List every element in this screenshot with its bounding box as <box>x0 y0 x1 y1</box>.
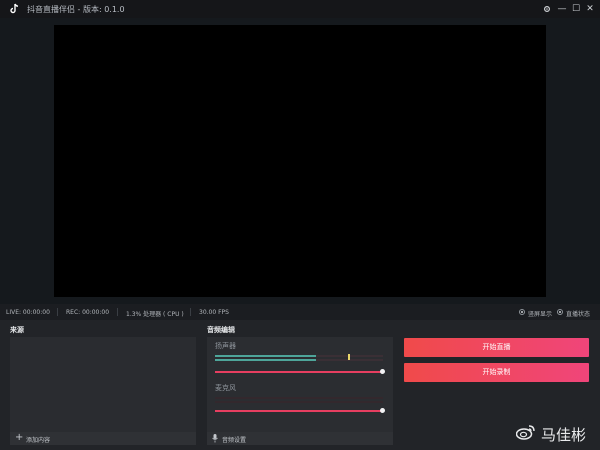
gear-icon <box>543 5 551 13</box>
divider <box>57 308 58 316</box>
speaker-volume-knob[interactable] <box>380 369 385 374</box>
mic-meter-track <box>215 401 383 403</box>
speaker-meter-level <box>215 355 316 357</box>
plus-icon: + <box>15 432 24 443</box>
cpu-usage: 1.3% 处理器 ( CPU ) <box>126 311 184 318</box>
microphone-label: 麦克风 <box>215 384 236 392</box>
add-source-label: 添加内容 <box>26 437 51 444</box>
settings-button[interactable] <box>540 2 554 16</box>
radio-live-status[interactable] <box>557 309 563 315</box>
audio-mixer: 扬声器 麦克风 <box>207 337 393 432</box>
video-preview[interactable] <box>54 25 546 297</box>
weibo-logo-icon <box>516 425 535 440</box>
speaker-peak-indicator <box>348 354 350 360</box>
mic-volume-knob[interactable] <box>380 408 385 413</box>
watermark-text: 马佳彬 <box>541 426 587 444</box>
mic-volume-fill <box>215 410 383 412</box>
speaker-meter-level <box>215 359 316 361</box>
status-bar: LIVE: 00:00:00 REC: 00:00:00 1.3% 处理器 ( … <box>0 304 600 320</box>
douyin-logo-icon <box>10 3 19 14</box>
start-record-button[interactable]: 开始录制 <box>404 363 589 382</box>
microphone-icon <box>212 434 218 443</box>
audio-settings-label: 音频设置 <box>222 437 247 444</box>
rec-timer: REC: 00:00:00 <box>66 309 110 316</box>
radio-vertical-display[interactable] <box>519 309 525 315</box>
minimize-button[interactable]: — <box>555 2 569 16</box>
sources-list[interactable] <box>10 337 196 432</box>
radio-label-live-status[interactable]: 直播状态 <box>566 309 590 318</box>
divider <box>117 308 118 316</box>
preview-area <box>0 18 600 304</box>
audio-footer: 音频设置 <box>207 432 393 445</box>
window-title: 抖音直播伴侣 - 版本: 0.1.0 <box>27 5 125 14</box>
live-timer: LIVE: 00:00:00 <box>6 309 50 316</box>
title-bar: 抖音直播伴侣 - 版本: 0.1.0 — ☐ ✕ <box>0 0 600 18</box>
radio-label-vertical-display[interactable]: 竖屏显示 <box>528 309 552 318</box>
sources-title: 来源 <box>10 326 24 334</box>
close-button[interactable]: ✕ <box>583 2 597 16</box>
audio-title: 音频编辑 <box>207 326 235 334</box>
mic-meter-track <box>215 397 383 399</box>
maximize-button[interactable]: ☐ <box>569 2 583 16</box>
speaker-label: 扬声器 <box>215 342 236 350</box>
fps-readout: 30.00 FPS <box>199 309 229 316</box>
start-live-button[interactable]: 开始直播 <box>404 338 589 357</box>
speaker-volume-fill <box>215 371 383 373</box>
sources-footer: + 添加内容 <box>10 432 196 445</box>
divider <box>190 308 191 316</box>
